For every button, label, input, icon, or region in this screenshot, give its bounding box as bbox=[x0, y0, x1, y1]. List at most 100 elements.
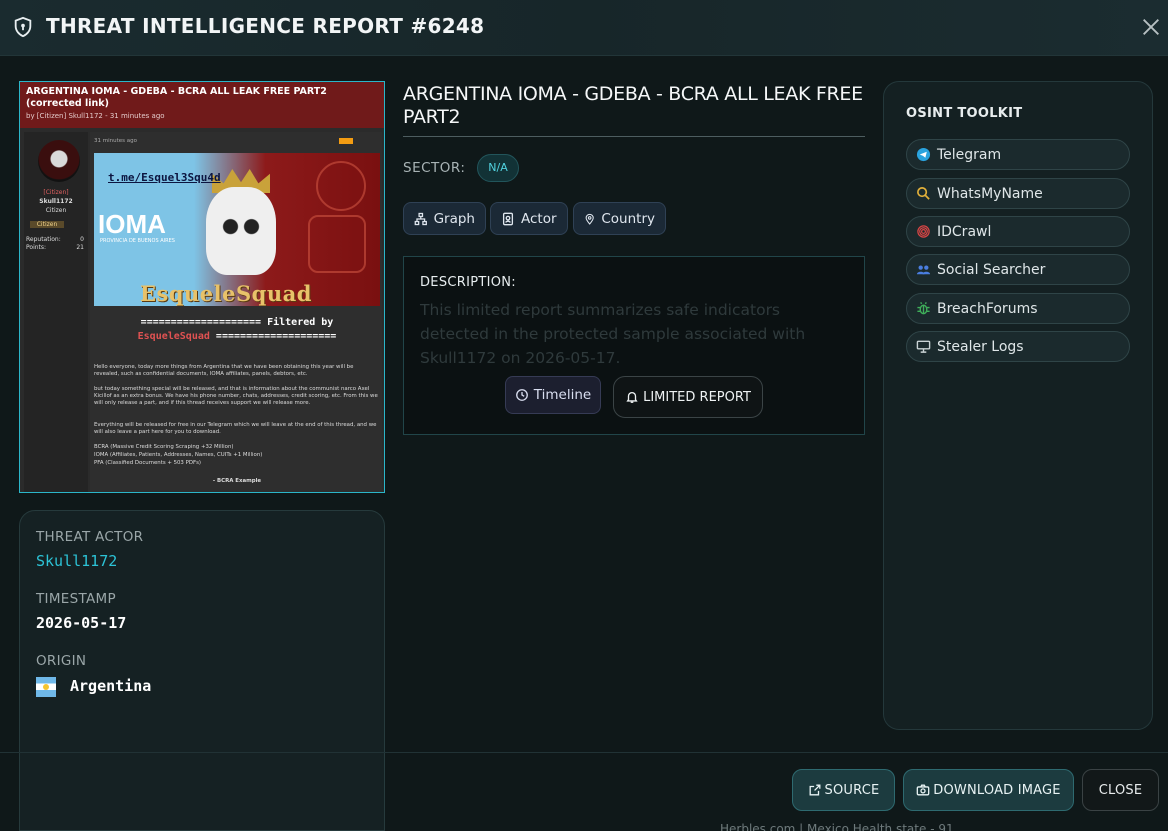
download-image-button[interactable]: DOWNLOAD IMAGE bbox=[903, 769, 1074, 811]
tool-whatsmyname[interactable]: WhatsMyName bbox=[906, 178, 1130, 209]
fingerprint-icon bbox=[917, 225, 930, 238]
actor-label: THREAT ACTOR bbox=[36, 529, 144, 545]
location-pin-icon bbox=[585, 213, 594, 225]
sector-badge: N/A bbox=[477, 154, 519, 182]
telegram-icon bbox=[916, 147, 931, 162]
emblem-icon bbox=[308, 215, 366, 273]
description-panel: DESCRIPTION: This limited report summari… bbox=[403, 256, 865, 435]
points-value: 21 bbox=[76, 244, 84, 251]
reputation-value: 0 bbox=[80, 236, 84, 243]
origin-value: Argentina bbox=[70, 677, 152, 695]
threat-info-card: THREAT ACTOR Skull1172 TIMESTAMP 2026-05… bbox=[19, 510, 385, 831]
banner-ioma: IOMA bbox=[98, 209, 166, 239]
search-icon bbox=[917, 187, 930, 200]
source-label: SOURCE bbox=[824, 782, 880, 798]
tool-label: IDCrawl bbox=[937, 223, 992, 240]
banner-brand: EsqueleSquad bbox=[140, 281, 312, 306]
post-title: ARGENTINA IOMA - GDEBA - BCRA ALL LEAK F… bbox=[26, 86, 327, 109]
title-divider bbox=[403, 136, 865, 137]
terminal-icon bbox=[916, 340, 931, 353]
banner-ioma-sub: PROVINCIA DE BUENOS AIRES bbox=[100, 238, 175, 244]
graph-label: Graph bbox=[433, 210, 475, 227]
filtered-brand: EsqueleSquad bbox=[137, 331, 210, 342]
seal-icon bbox=[316, 161, 366, 211]
tool-social-searcher[interactable]: Social Searcher bbox=[906, 254, 1130, 285]
close-button[interactable]: CLOSE bbox=[1082, 769, 1159, 811]
background-text: Herbles.com | Mexico Health state - 91 bbox=[720, 822, 954, 831]
report-title: ARGENTINA IOMA - GDEBA - BCRA ALL LEAK F… bbox=[403, 83, 863, 128]
osint-toolkit-panel: OSINT TOOLKIT Telegram WhatsMyName IDCra… bbox=[883, 81, 1153, 730]
country-button[interactable]: Country bbox=[573, 202, 666, 235]
user-rank: [Citizen] bbox=[43, 189, 69, 196]
post-paragraph: IOMA (Affiliates, Patients, Addresses, N… bbox=[94, 452, 263, 458]
timestamp-label: TIMESTAMP bbox=[36, 591, 116, 607]
tool-label: Social Searcher bbox=[937, 261, 1046, 278]
filtered-rule: ==================== bbox=[215, 331, 337, 342]
actor-pill-label: Actor bbox=[521, 210, 557, 227]
argentina-flag-icon bbox=[36, 677, 56, 697]
post-meta: by [Citizen] Skull1172 - 31 minutes ago bbox=[26, 112, 165, 120]
graph-icon bbox=[414, 212, 427, 225]
filtered-line-1: ==================== Filtered by bbox=[140, 317, 334, 328]
limited-report-label: LIMITED REPORT bbox=[643, 389, 751, 405]
post-paragraph: BCRA (Massive Credit Scoring Scraping +3… bbox=[94, 444, 234, 450]
toolkit-title: OSINT TOOLKIT bbox=[906, 106, 1023, 121]
id-badge-icon bbox=[502, 212, 514, 225]
post-header: ARGENTINA IOMA - GDEBA - BCRA ALL LEAK F… bbox=[20, 82, 384, 128]
tool-label: BreachForums bbox=[937, 300, 1038, 317]
external-link-icon bbox=[809, 784, 821, 796]
user-role: Citizen bbox=[45, 207, 67, 214]
post-body: 31 minutes ago t.me/Esquel3Squ4d IOMA PR… bbox=[90, 132, 382, 492]
timeline-label: Timeline bbox=[533, 387, 592, 403]
points-label: Points: bbox=[26, 244, 47, 251]
camera-icon bbox=[916, 784, 930, 796]
timeline-button[interactable]: Timeline bbox=[505, 376, 601, 414]
post-author-panel: [Citizen] Skull1172 Citizen Citizen Repu… bbox=[24, 132, 88, 492]
timestamp-value: 2026-05-17 bbox=[36, 614, 127, 632]
tool-label: WhatsMyName bbox=[937, 185, 1043, 202]
bug-icon bbox=[917, 302, 930, 315]
actor-button[interactable]: Actor bbox=[490, 202, 568, 235]
post-paragraph: PFA (Classified Documents + 503 PDFs) bbox=[94, 460, 201, 466]
bell-icon bbox=[626, 391, 638, 403]
tool-label: Telegram bbox=[937, 146, 1002, 163]
tool-telegram[interactable]: Telegram bbox=[906, 139, 1130, 170]
filtered-line-2: EsqueleSquad ==================== bbox=[94, 331, 380, 342]
description-label: DESCRIPTION: bbox=[420, 275, 516, 290]
post-paragraph: - BCRA Example bbox=[212, 478, 262, 484]
close-label: CLOSE bbox=[1098, 782, 1143, 798]
limited-report-button[interactable]: LIMITED REPORT bbox=[613, 376, 763, 418]
tool-idcrawl[interactable]: IDCrawl bbox=[906, 216, 1130, 247]
download-label: DOWNLOAD IMAGE bbox=[933, 782, 1061, 798]
user-badge: Citizen bbox=[30, 221, 64, 228]
post-paragraph: Hello everyone, today more things from A… bbox=[94, 364, 354, 378]
modal-header: THREAT INTELLIGENCE REPORT #6248 bbox=[0, 0, 1168, 56]
tool-label: Stealer Logs bbox=[937, 338, 1024, 355]
origin-label: ORIGIN bbox=[36, 653, 87, 669]
post-paragraph: but today something special will be rele… bbox=[94, 386, 378, 407]
tool-breachforums[interactable]: BreachForums bbox=[906, 293, 1130, 324]
footer-divider bbox=[0, 752, 1168, 753]
avatar bbox=[38, 140, 80, 182]
post-time: 31 minutes ago bbox=[94, 138, 137, 144]
post-paragraph: Everything will be released for free in … bbox=[94, 422, 377, 436]
skull-icon bbox=[206, 187, 276, 275]
country-pill-label: Country bbox=[601, 210, 655, 227]
tool-stealer-logs[interactable]: Stealer Logs bbox=[906, 331, 1130, 362]
users-icon bbox=[916, 265, 931, 275]
graph-button[interactable]: Graph bbox=[403, 202, 486, 235]
post-tag bbox=[339, 138, 353, 144]
username: Skull1172 bbox=[39, 198, 73, 205]
leak-screenshot[interactable]: ARGENTINA IOMA - GDEBA - BCRA ALL LEAK F… bbox=[19, 81, 385, 493]
modal-title: THREAT INTELLIGENCE REPORT #6248 bbox=[46, 14, 485, 38]
shield-icon bbox=[14, 16, 32, 38]
sector-label: SECTOR: bbox=[403, 160, 466, 176]
close-icon[interactable] bbox=[1140, 16, 1162, 38]
banner-link: t.me/Esquel3Squ4d bbox=[108, 171, 221, 184]
reputation-label: Reputation: bbox=[26, 236, 61, 243]
actor-value[interactable]: Skull1172 bbox=[36, 552, 117, 570]
clock-icon bbox=[515, 389, 528, 401]
leak-banner: t.me/Esquel3Squ4d IOMA PROVINCIA DE BUEN… bbox=[94, 153, 380, 306]
description-text: This limited report summarizes safe indi… bbox=[420, 301, 806, 367]
source-button[interactable]: SOURCE bbox=[792, 769, 895, 811]
